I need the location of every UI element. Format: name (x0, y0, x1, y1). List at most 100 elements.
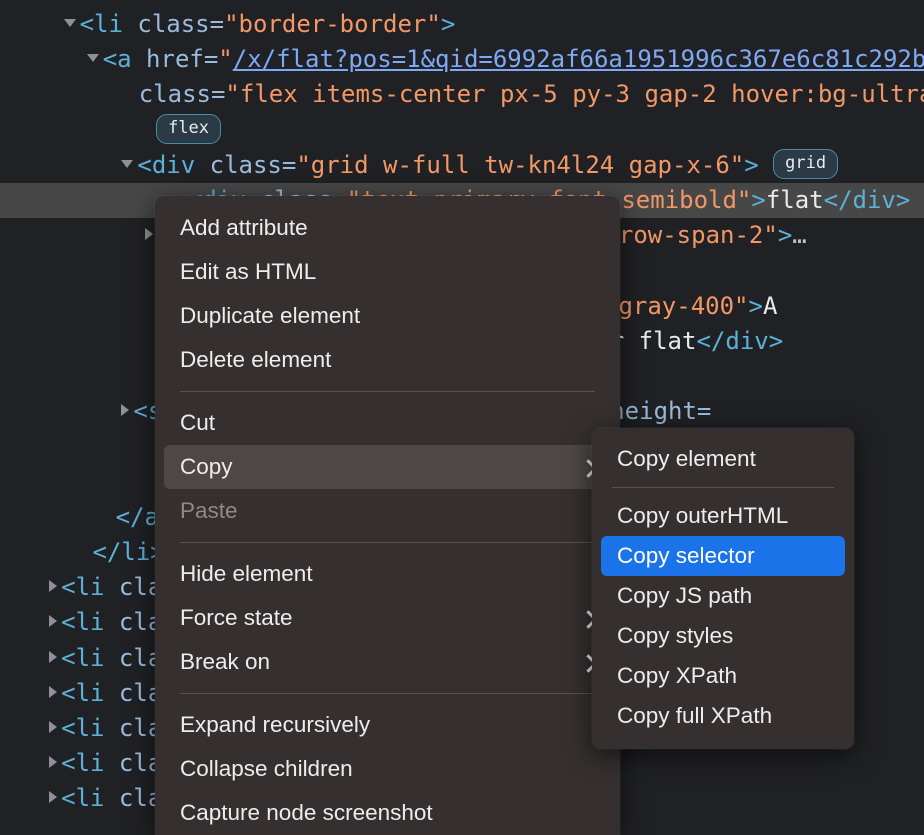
menu-item-label: Copy styles (617, 623, 733, 648)
dom-tree-row[interactable]: <li class="border-border"> (0, 7, 924, 42)
menu-separator (180, 693, 595, 694)
menu-item-label: Capture node screenshot (180, 800, 433, 825)
code-token-attr: href= (146, 45, 218, 73)
menu-item-copy-outerhtml[interactable]: Copy outerHTML (601, 496, 845, 536)
code-token-attr: class= (210, 151, 297, 179)
chevron-down-icon[interactable] (64, 19, 76, 27)
menu-item-label: Copy JS path (617, 583, 752, 608)
chevron-down-icon[interactable] (121, 160, 133, 168)
chevron-right-icon[interactable] (49, 756, 57, 768)
menu-item-copy-selector[interactable]: Copy selector (601, 536, 845, 576)
menu-item-copy[interactable]: Copy (164, 445, 611, 489)
menu-item-expand-recursively[interactable]: Expand recursively (164, 703, 611, 747)
code-token-val: "border-border" (224, 10, 441, 38)
code-token-ellipsis: … (792, 221, 806, 249)
code-token-link: /x/flat?pos=1&qid=6992af66a1951996c367e6… (233, 45, 924, 73)
menu-item-collapse-children[interactable]: Collapse children (164, 747, 611, 791)
code-token-tag: > (778, 221, 792, 249)
code-token-val: " (218, 45, 232, 73)
code-token-tag: <li (61, 573, 119, 601)
code-token-tag: <a (103, 45, 146, 73)
selected-node-ref: == $0 (910, 186, 924, 214)
menu-item-label: Copy XPath (617, 663, 737, 688)
code-token-text: flat (766, 186, 824, 214)
code-token-tag: <li (80, 10, 138, 38)
menu-item-duplicate-element[interactable]: Duplicate element (164, 294, 611, 338)
menu-separator (180, 542, 595, 543)
menu-item-label: Copy selector (617, 543, 755, 568)
dom-tree-row[interactable]: class="flex items-center px-5 py-3 gap-2… (0, 77, 924, 112)
menu-item-edit-as-html[interactable]: Edit as HTML (164, 250, 611, 294)
menu-item-label: Edit as HTML (180, 259, 316, 284)
menu-item-copy-js-path[interactable]: Copy JS path (601, 576, 845, 616)
code-token-attr: height= (610, 397, 711, 425)
menu-item-paste: Paste (164, 489, 611, 533)
chevron-right-icon[interactable] (49, 791, 57, 803)
menu-item-copy-element[interactable]: Copy element (601, 439, 845, 479)
code-token-tag: <li (61, 644, 119, 672)
menu-item-label: Copy outerHTML (617, 503, 788, 528)
dom-node-context-menu[interactable]: Add attribute Edit as HTML Duplicate eleme… (155, 196, 620, 835)
spacer (759, 151, 773, 179)
dom-tree-row[interactable]: flex (0, 113, 924, 148)
menu-item-label: Copy element (617, 446, 756, 471)
menu-item-delete-element[interactable]: Delete element (164, 338, 611, 382)
menu-item-label: Delete element (180, 347, 331, 372)
code-token-tag: <div (137, 151, 209, 179)
menu-item-label: Cut (180, 410, 215, 435)
code-token-val: "flex items-center px-5 py-3 gap-2 hover… (225, 80, 924, 108)
menu-item-force-state[interactable]: Force state (164, 596, 611, 640)
menu-item-label: Copy full XPath (617, 703, 772, 728)
chevron-right-icon[interactable] (49, 686, 57, 698)
menu-item-hide-element[interactable]: Hide element (164, 552, 611, 596)
menu-item-label: Break on (180, 649, 270, 674)
menu-item-copy-styles[interactable]: Copy styles (601, 616, 845, 656)
indent-spacer (64, 538, 93, 566)
chevron-right-icon[interactable] (49, 651, 57, 663)
code-token-tag: </li> (92, 538, 164, 566)
menu-separator (612, 487, 834, 488)
code-token-tag: > (441, 10, 455, 38)
menu-separator (180, 391, 595, 392)
chevron-right-icon[interactable] (49, 721, 57, 733)
code-token-tag: </div> (696, 327, 783, 355)
copy-submenu[interactable]: Copy element Copy outerHTML Copy selector C… (592, 428, 854, 749)
code-token-tag: </div> (824, 186, 911, 214)
indent-spacer (87, 503, 116, 531)
chevron-down-icon[interactable] (87, 54, 99, 62)
menu-item-label: Add attribute (180, 215, 308, 240)
menu-item-label: Collapse children (180, 756, 353, 781)
chevron-right-icon[interactable] (145, 228, 153, 240)
code-token-text: A (763, 292, 777, 320)
menu-item-label: Force state (180, 605, 293, 630)
menu-item-break-on[interactable]: Break on (164, 640, 611, 684)
menu-item-copy-xpath[interactable]: Copy XPath (601, 656, 845, 696)
menu-item-capture-node-screenshot[interactable]: Capture node screenshot (164, 791, 611, 835)
menu-item-cut[interactable]: Cut (164, 401, 611, 445)
chevron-right-icon[interactable] (121, 404, 129, 416)
code-token-val: "grid w-full tw-kn4l24 gap-x-6" (296, 151, 744, 179)
code-token-tag: <li (61, 679, 119, 707)
dom-tree-row[interactable]: <a href="/x/flat?pos=1&qid=6992af66a1951… (0, 42, 924, 77)
chevron-right-icon[interactable] (49, 580, 57, 592)
code-token-tag: > (748, 292, 762, 320)
code-token-attr: class= (139, 80, 226, 108)
menu-item-label: Expand recursively (180, 712, 370, 737)
adorner-badge-flex[interactable]: flex (156, 114, 221, 144)
menu-item-label: Copy (180, 454, 233, 479)
adorner-badge-grid[interactable]: grid (773, 149, 838, 179)
menu-item-label: Duplicate element (180, 303, 360, 328)
code-token-tag: <li (61, 608, 119, 636)
chevron-right-icon[interactable] (49, 615, 57, 627)
menu-item-add-attribute[interactable]: Add attribute (164, 206, 611, 250)
indent-spacer (127, 116, 156, 144)
code-token-attr: class= (137, 10, 224, 38)
menu-item-copy-full-xpath[interactable]: Copy full XPath (601, 696, 845, 736)
menu-item-label: Paste (180, 498, 238, 523)
code-token-tag: > (751, 186, 765, 214)
code-token-tag: <li (61, 749, 119, 777)
menu-item-label: Hide element (180, 561, 313, 586)
indent-spacer (110, 80, 139, 108)
code-token-tag: <li (61, 714, 119, 742)
dom-tree-row[interactable]: <div class="grid w-full tw-kn4l24 gap-x-… (0, 148, 924, 183)
